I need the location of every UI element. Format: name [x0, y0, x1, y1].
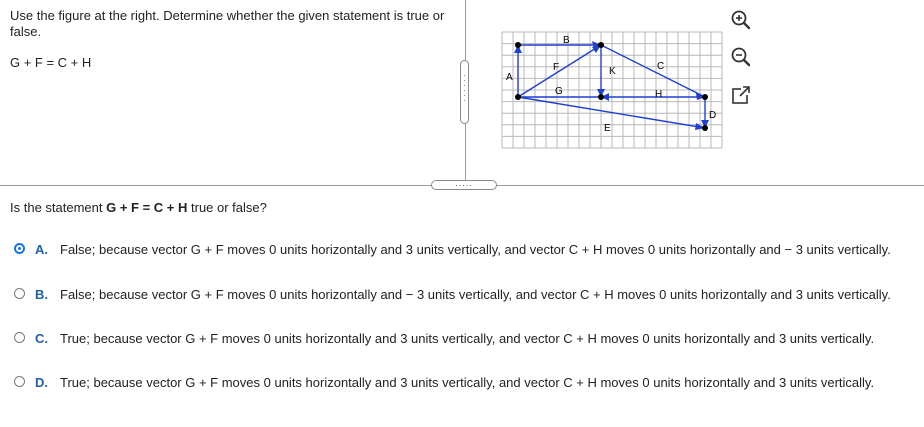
- open-new-window-icon[interactable]: [730, 84, 752, 106]
- option-text: False; because vector G + F moves 0 unit…: [60, 242, 891, 257]
- label-e: E: [604, 123, 611, 134]
- radio-d[interactable]: [14, 376, 25, 387]
- vector-figure: B F K C A G H D E: [501, 31, 723, 149]
- label-d: D: [709, 110, 716, 121]
- label-f: F: [553, 62, 559, 73]
- statement: G + F = C + H: [10, 55, 92, 70]
- radio-c[interactable]: [14, 332, 25, 343]
- option-letter: B.: [35, 287, 48, 302]
- label-g: G: [555, 86, 563, 97]
- label-a: A: [506, 72, 513, 83]
- zoom-out-icon[interactable]: [730, 46, 752, 68]
- option-letter: A.: [35, 242, 48, 257]
- radio-a[interactable]: [14, 243, 25, 254]
- question-suffix: true or false?: [187, 200, 267, 215]
- label-h: H: [655, 89, 662, 100]
- label-b: B: [563, 35, 570, 46]
- option-letter: C.: [35, 331, 48, 346]
- horizontal-resize-handle[interactable]: .....: [431, 179, 497, 190]
- vertical-resize-handle[interactable]: · · · · · ·: [460, 60, 469, 124]
- question-text: Is the statement G + F = C + H true or f…: [10, 200, 267, 215]
- option-text: True; because vector G + F moves 0 units…: [60, 375, 875, 390]
- option-letter: D.: [35, 375, 48, 390]
- label-k: K: [609, 66, 616, 77]
- zoom-in-icon[interactable]: [730, 9, 752, 31]
- question-expr: G + F = C + H: [106, 200, 188, 215]
- option-text: True; because vector G + F moves 0 units…: [60, 331, 875, 346]
- option-text: False; because vector G + F moves 0 unit…: [60, 287, 891, 302]
- question-prompt: Use the figure at the right. Determine w…: [10, 8, 445, 39]
- question-prefix: Is the statement: [10, 200, 107, 215]
- label-c: C: [657, 61, 664, 72]
- radio-b[interactable]: [14, 288, 25, 299]
